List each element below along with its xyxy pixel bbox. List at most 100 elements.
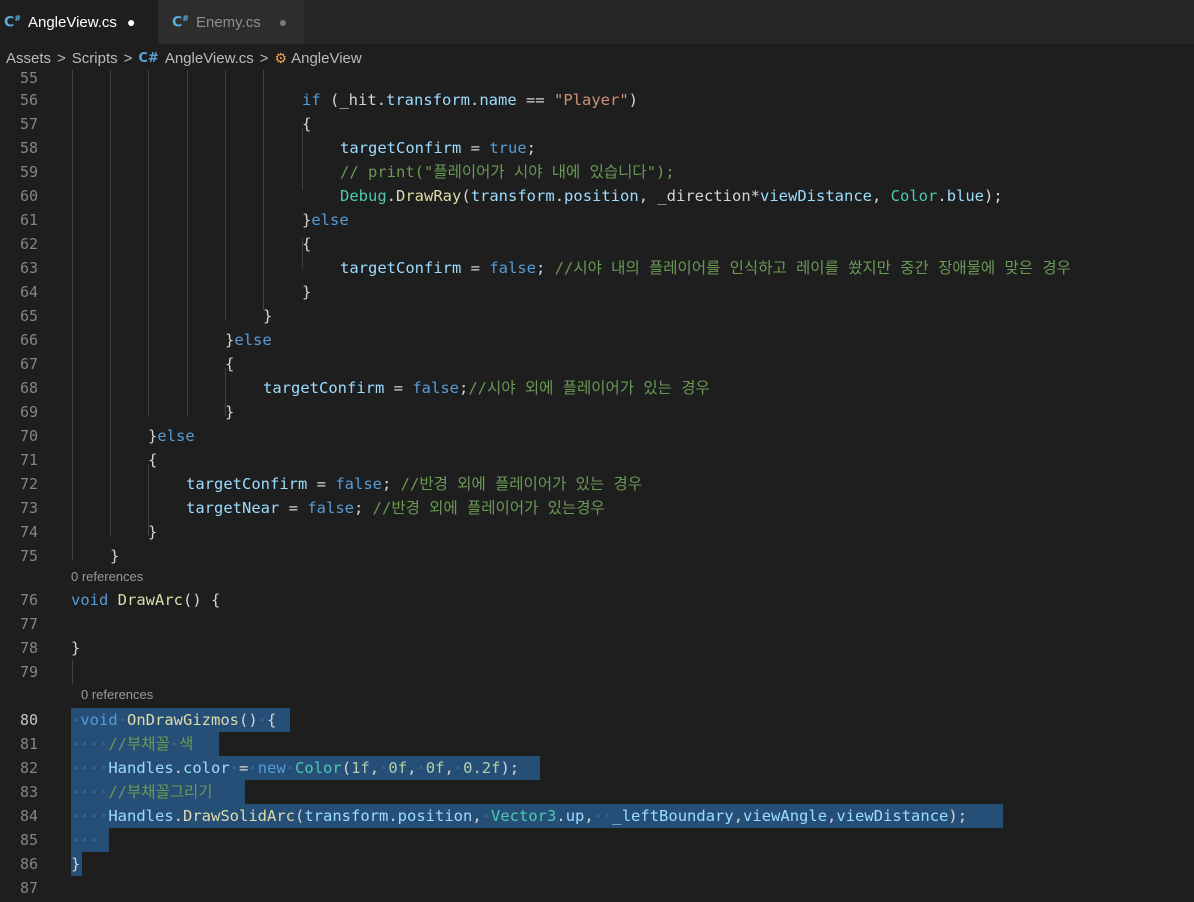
code-text: targetConfirm = true; <box>340 139 536 157</box>
line-number: 66 <box>19 331 38 349</box>
code-line: 66 }else <box>0 328 1194 352</box>
code-text: } <box>71 855 81 873</box>
code-line: 75 } <box>0 544 1194 568</box>
class-icon: ⚙ <box>274 49 288 66</box>
code-text: } <box>263 307 273 325</box>
tab-label: Enemy.cs <box>195 13 261 31</box>
line-number: 74 <box>19 523 38 541</box>
code-line: 60 Debug.DrawRay(transform.position, _di… <box>0 184 1194 208</box>
line-number: 57 <box>19 115 38 133</box>
chevron-right-icon: > <box>57 49 66 67</box>
line-number: 61 <box>19 211 38 229</box>
code-line: 74 } <box>0 520 1194 544</box>
code-text: ····Handles.DrawSolidArc(transform.posit… <box>71 807 968 825</box>
unsaved-dot-icon[interactable]: ● <box>279 14 287 30</box>
line-number: 60 <box>19 187 38 205</box>
code-text: targetNear = false; //반경 외에 플레이어가 있는경우 <box>186 499 605 517</box>
line-number: 82 <box>19 759 38 777</box>
code-line: 59 // print("플레이어가 시야 내에 있습니다"); <box>0 160 1194 184</box>
code-text: ·void·OnDrawGizmos()·{ <box>71 711 277 729</box>
code-line: 85 ··· <box>0 828 1194 852</box>
line-number: 79 <box>19 663 38 681</box>
codelens-references[interactable]: 0 references <box>81 686 153 704</box>
code-text: ····//부채꼴·색 <box>71 735 194 753</box>
code-text: if (_hit.transform.name == "Player") <box>302 91 638 109</box>
code-line: 67 { <box>0 352 1194 376</box>
code-line: 69 } <box>0 400 1194 424</box>
code-text: } <box>225 403 235 421</box>
code-text: } <box>71 639 81 657</box>
tab-angleview[interactable]: C# AngleView.cs ● <box>0 0 158 44</box>
code-text: Debug.DrawRay(transform.position, _direc… <box>340 187 1003 205</box>
csharp-file-icon: C# <box>138 50 159 66</box>
code-line: 65 } <box>0 304 1194 328</box>
code-line: 73 targetNear = false; //반경 외에 플레이어가 있는경… <box>0 496 1194 520</box>
code-line: 82 ····Handles.color·=·new·Color(1f,·0f,… <box>0 756 1194 780</box>
breadcrumb-file[interactable]: AngleView.cs <box>165 50 254 67</box>
code-line: 58 targetConfirm = true; <box>0 136 1194 160</box>
tab-label: AngleView.cs <box>27 13 117 31</box>
code-line: 81 ····//부채꼴·색 <box>0 732 1194 756</box>
line-number: 84 <box>19 807 38 825</box>
code-text: { <box>148 451 158 469</box>
csharp-file-icon: C# <box>4 13 21 31</box>
line-number: 75 <box>19 547 38 565</box>
line-number: 69 <box>19 403 38 421</box>
code-text: void DrawArc() { <box>71 591 221 609</box>
line-number: 63 <box>19 259 38 277</box>
line-number: 80 <box>19 711 38 729</box>
line-number: 85 <box>19 831 38 849</box>
code-text: { <box>302 235 312 253</box>
line-number: 55 <box>19 70 38 87</box>
line-number: 72 <box>19 475 38 493</box>
code-line: 79 <box>0 660 1194 684</box>
code-line: 72 targetConfirm = false; //반경 외에 플레이어가 … <box>0 472 1194 496</box>
code-line: 80 ·void·OnDrawGizmos()·{ <box>0 708 1194 732</box>
code-line: 56 if (_hit.transform.name == "Player") <box>0 88 1194 112</box>
code-text: ····//부채꼴그리기 <box>71 783 213 801</box>
breadcrumb-class[interactable]: AngleView <box>291 50 362 67</box>
chevron-right-icon: > <box>259 49 269 67</box>
code-comment: // print("플레이어가 시야 내에 있습니다"); <box>340 163 675 181</box>
line-number: 64 <box>19 283 38 301</box>
line-number: 76 <box>19 591 38 609</box>
code-text: { <box>302 115 312 133</box>
line-number: 70 <box>19 427 38 445</box>
code-line: 84 ····Handles.DrawSolidArc(transform.po… <box>0 804 1194 828</box>
code-line: 77 <box>0 612 1194 636</box>
code-text: targetConfirm = false; //반경 외에 플레이어가 있는 … <box>186 475 643 493</box>
line-number: 78 <box>19 639 38 657</box>
code-line: 86 } <box>0 852 1194 876</box>
code-editor[interactable]: 55 56 if (_hit.transform.name == "Player… <box>0 70 1194 902</box>
code-line: 57 { <box>0 112 1194 136</box>
code-text: }else <box>225 331 272 349</box>
line-number: 67 <box>19 355 38 373</box>
line-number: 83 <box>19 783 38 801</box>
line-number: 71 <box>19 451 38 469</box>
code-line: 61 }else <box>0 208 1194 232</box>
code-line: 62 { <box>0 232 1194 256</box>
breadcrumb: Assets > Scripts > C# AngleView.cs > ⚙ A… <box>0 44 1194 72</box>
code-line: 78 } <box>0 636 1194 660</box>
line-number: 87 <box>19 879 38 897</box>
code-text: } <box>302 283 312 301</box>
code-line: 55 <box>0 70 1194 90</box>
line-number: 81 <box>19 735 38 753</box>
code-line: 63 targetConfirm = false; //시야 내의 플레이어를 … <box>0 256 1194 280</box>
breadcrumb-scripts[interactable]: Scripts <box>72 50 118 67</box>
code-line: 64 } <box>0 280 1194 304</box>
code-text: targetConfirm = false;//시야 외에 플레이어가 있는 경… <box>263 379 710 397</box>
breadcrumb-assets[interactable]: Assets <box>6 50 51 67</box>
codelens-references[interactable]: 0 references <box>71 568 143 586</box>
code-text: } <box>110 547 120 565</box>
editor-tab-bar: C# AngleView.cs ● C# Enemy.cs ● <box>0 0 1194 44</box>
code-text: ··· <box>71 831 99 849</box>
tab-enemy[interactable]: C# Enemy.cs ● <box>158 0 304 44</box>
code-text: ····Handles.color·=·new·Color(1f,·0f,·0f… <box>71 759 520 777</box>
code-text: } <box>148 523 158 541</box>
unsaved-dot-icon[interactable]: ● <box>127 14 135 30</box>
code-text: targetConfirm = false; //시야 내의 플레이어를 인식하… <box>340 259 1071 277</box>
csharp-file-icon: C# <box>172 13 189 31</box>
line-number: 58 <box>19 139 38 157</box>
line-number: 77 <box>19 615 38 633</box>
